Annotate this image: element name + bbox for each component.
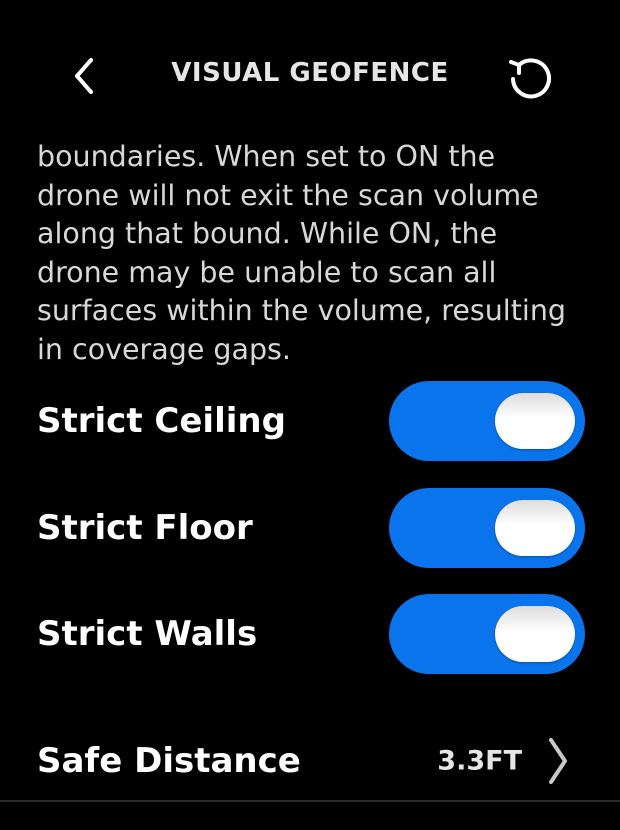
description-line: in coverage gaps. (37, 332, 291, 366)
description-line: along that bound. While ON, the (37, 217, 498, 251)
strict-ceiling-label: Strict Ceiling (37, 401, 286, 441)
chevron-right-icon (549, 738, 567, 784)
description-line: boundaries. When set to ON the (37, 140, 496, 173)
strict-walls-toggle[interactable] (389, 594, 585, 674)
safe-distance-label: Safe Distance (37, 741, 301, 781)
description-line: drone may be unable to scan all (37, 255, 497, 289)
strict-floor-toggle[interactable] (389, 488, 585, 568)
strict-walls-label: Strict Walls (37, 614, 258, 654)
description-line: surfaces within the volume, resulting (37, 294, 566, 328)
toggle-knob (495, 393, 575, 449)
toggle-knob (495, 606, 575, 662)
header: VISUAL GEOFENCE (0, 0, 620, 150)
strict-ceiling-toggle[interactable] (389, 381, 585, 461)
description-line: drone will not exit the scan volume (37, 178, 539, 212)
safe-distance-row[interactable]: Safe Distance 3.3FT (0, 722, 620, 802)
toggle-knob (495, 500, 575, 556)
refresh-button[interactable] (500, 50, 560, 106)
strict-floor-row: Strict Floor (0, 488, 620, 568)
strict-floor-label: Strict Floor (37, 508, 253, 548)
refresh-icon (509, 58, 551, 99)
strict-walls-row: Strict Walls (0, 594, 620, 674)
safe-distance-value: 3.3FT (437, 745, 522, 777)
geofence-description: boundaries. When set to ON the drone wil… (37, 138, 597, 370)
strict-ceiling-row: Strict Ceiling (0, 381, 620, 461)
